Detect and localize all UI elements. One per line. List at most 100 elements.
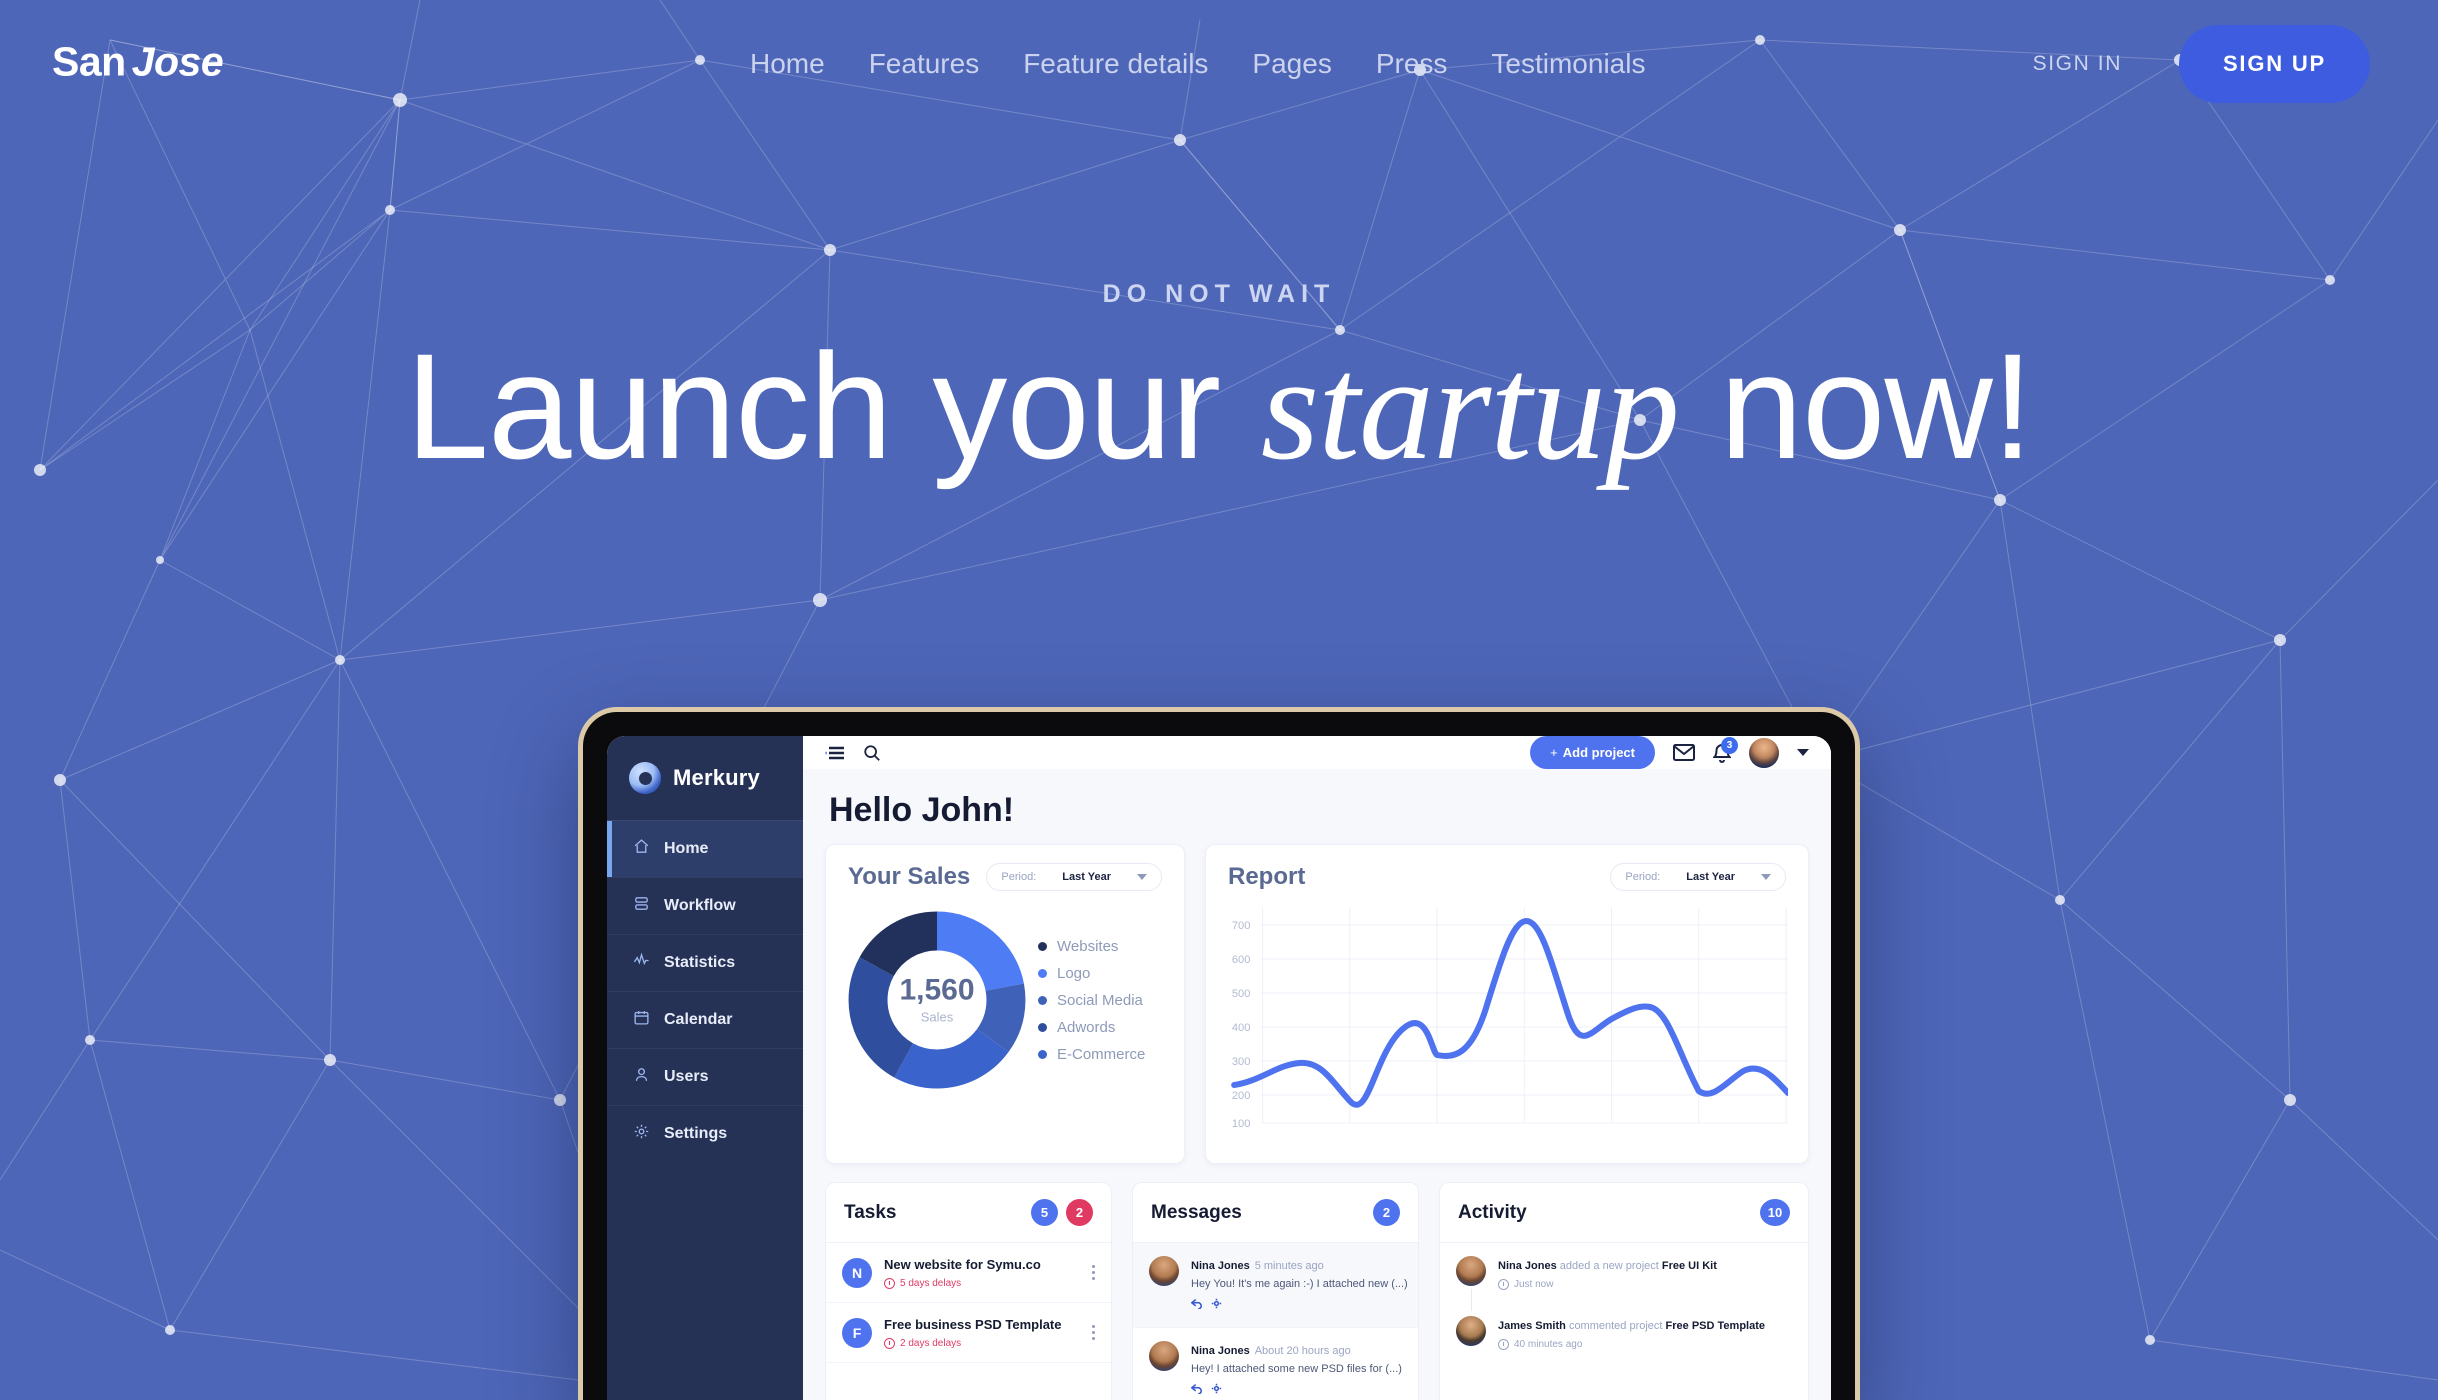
chevron-down-icon[interactable] — [1797, 749, 1809, 756]
activity-body: Nina Jones added a new project Free UI K… — [1498, 1256, 1717, 1290]
bell-icon[interactable]: 3 — [1713, 736, 1738, 763]
tasks-badge-pink: 2 — [1066, 1199, 1093, 1226]
nav-item-pages[interactable]: Pages — [1230, 48, 1353, 80]
sidebar-item-workflow[interactable]: Workflow — [607, 877, 803, 934]
task-text: New website for Symu.co 5 days delays — [884, 1256, 1080, 1289]
sidebar-item-home[interactable]: Home — [607, 820, 803, 877]
activity-title: Activity — [1458, 1201, 1527, 1223]
message-row[interactable]: Nina Jones About 20 hours ago Hey! I atta… — [1133, 1328, 1418, 1400]
sales-period-dropdown[interactable]: Period: Last Year — [986, 863, 1162, 891]
messages-title: Messages — [1151, 1201, 1242, 1223]
y-tick-300: 300 — [1232, 1056, 1251, 1068]
reply-icon[interactable] — [1190, 1296, 1202, 1314]
reply-icon[interactable] — [1190, 1381, 1202, 1399]
dashboard-topbar: + Add project 3 — [803, 736, 1831, 769]
nav-item-home[interactable]: Home — [728, 48, 847, 80]
tasks-title: Tasks — [844, 1201, 897, 1223]
home-icon — [633, 838, 650, 860]
add-project-button[interactable]: + Add project — [1530, 736, 1655, 769]
sidebar-label-workflow: Workflow — [664, 897, 736, 914]
activity-card: Activity 10 Nina Jones added a new proje… — [1439, 1182, 1809, 1400]
task-avatar: N — [842, 1257, 872, 1288]
sales-period-label: Period: — [1001, 871, 1037, 883]
hero-eyebrow: DO NOT WAIT — [1102, 280, 1336, 308]
dashboard-main: + Add project 3 Hello John! Your Sales P… — [803, 736, 1831, 1400]
chevron-down-icon — [1137, 874, 1147, 880]
activity-row[interactable]: James Smith commented project Free PSD T… — [1440, 1303, 1808, 1363]
task-delay: 2 days delays — [884, 1338, 1080, 1349]
sign-in-link[interactable]: SIGN IN — [2033, 52, 2122, 76]
sidebar-item-settings[interactable]: Settings — [607, 1105, 803, 1162]
calendar-icon — [633, 1009, 650, 1031]
nav-item-features[interactable]: Features — [847, 48, 1002, 80]
task-more-icon[interactable] — [1092, 1325, 1095, 1340]
hamburger-icon[interactable] — [825, 745, 845, 761]
bell-badge: 3 — [1721, 736, 1738, 754]
avatar[interactable] — [1749, 737, 1779, 768]
legend-item: E-Commerce — [1038, 1041, 1145, 1068]
task-row[interactable]: F Free business PSD Template 2 days dela… — [826, 1303, 1111, 1363]
task-avatar: F — [842, 1317, 872, 1348]
message-text: Hey You! It's me again :-) I attached ne… — [1191, 1278, 1408, 1290]
tasks-card-header: Tasks 5 2 — [826, 1183, 1111, 1243]
task-more-icon[interactable] — [1092, 1265, 1095, 1280]
sign-up-button[interactable]: SIGN UP — [2178, 25, 2370, 103]
site-logo[interactable]: San Jose — [52, 38, 224, 86]
report-period-value: Last Year — [1686, 871, 1735, 883]
task-row[interactable]: N New website for Symu.co 5 days delays — [826, 1243, 1111, 1303]
hero-headline: Launch your startup now! — [0, 331, 2438, 483]
message-time: 5 minutes ago — [1254, 1260, 1324, 1272]
activity-time: 40 minutes ago — [1498, 1339, 1765, 1350]
sidebar-item-statistics[interactable]: Statistics — [607, 934, 803, 991]
sidebar-label-users: Users — [664, 1068, 709, 1085]
logo-word-2: Jose — [131, 38, 224, 85]
task-delay-text: 5 days delays — [900, 1278, 962, 1289]
task-name: Free business PSD Template — [884, 1317, 1062, 1332]
activity-time-text: Just now — [1514, 1279, 1554, 1290]
dashboard-screen: Merkury Home Workflow Statistics Calenda… — [607, 736, 1831, 1400]
activity-row[interactable]: Nina Jones added a new project Free UI K… — [1440, 1243, 1808, 1311]
legend-label: Social Media — [1057, 991, 1143, 1009]
messages-card: Messages 2 Nina Jones 5 minutes ago Hey Y… — [1132, 1182, 1419, 1400]
sidebar-item-users[interactable]: Users — [607, 1048, 803, 1105]
message-body: Nina Jones About 20 hours ago Hey! I atta… — [1190, 1341, 1402, 1399]
sales-card-header: Your Sales Period: Last Year — [826, 845, 1184, 891]
dashboard-brand[interactable]: Merkury — [607, 736, 803, 820]
donut-caption: Sales — [920, 1009, 954, 1025]
report-series-line — [1231, 918, 1792, 1108]
sidebar-label-settings: Settings — [664, 1125, 728, 1142]
gear-icon[interactable] — [1211, 1381, 1222, 1399]
report-card: Report Period: Last Year 700 600 500 400… — [1205, 844, 1809, 1164]
sales-card-body: 1,560 Sales Websites Logo Social Media A… — [826, 891, 1184, 1091]
donut-center-label: 1,560 Sales — [899, 973, 975, 1025]
legend-swatch — [1038, 995, 1047, 1005]
page-greeting: Hello John! — [829, 791, 1015, 829]
activity-text: James Smith commented project Free PSD T… — [1498, 1320, 1765, 1332]
mail-icon[interactable] — [1673, 744, 1695, 761]
search-icon[interactable] — [863, 744, 881, 762]
sidebar-item-calendar[interactable]: Calendar — [607, 991, 803, 1048]
activity-action: added a new project — [1559, 1260, 1659, 1272]
dashboard-brand-name: Merkury — [673, 765, 760, 790]
message-row[interactable]: Nina Jones 5 minutes ago Hey You! It's me… — [1133, 1243, 1418, 1328]
legend-item: Adwords — [1038, 1014, 1145, 1041]
tasks-badge-blue: 5 — [1031, 1199, 1058, 1226]
y-tick-700: 700 — [1232, 920, 1251, 932]
y-tick-400: 400 — [1232, 1022, 1251, 1034]
nav-item-feature-details[interactable]: Feature details — [1001, 48, 1230, 80]
donut-value: 1,560 — [899, 973, 975, 1007]
activity-author: Nina Jones — [1498, 1260, 1557, 1272]
report-period-dropdown[interactable]: Period: Last Year — [1610, 863, 1786, 891]
sales-card-title: Your Sales — [848, 863, 971, 890]
activity-card-header: Activity 10 — [1440, 1183, 1808, 1243]
clock-icon — [1498, 1279, 1509, 1290]
message-meta: Nina Jones 5 minutes ago — [1191, 1260, 1324, 1272]
report-period-label: Period: — [1625, 871, 1661, 883]
activity-time: Just now — [1498, 1279, 1717, 1290]
device-mockup: Merkury Home Workflow Statistics Calenda… — [583, 712, 1855, 1400]
nav-item-testimonials[interactable]: Testimonials — [1469, 48, 1667, 80]
task-delay: 5 days delays — [884, 1278, 1080, 1289]
legend-label: E-Commerce — [1057, 1045, 1146, 1063]
nav-item-press[interactable]: Press — [1354, 48, 1470, 80]
gear-icon[interactable] — [1211, 1296, 1222, 1314]
